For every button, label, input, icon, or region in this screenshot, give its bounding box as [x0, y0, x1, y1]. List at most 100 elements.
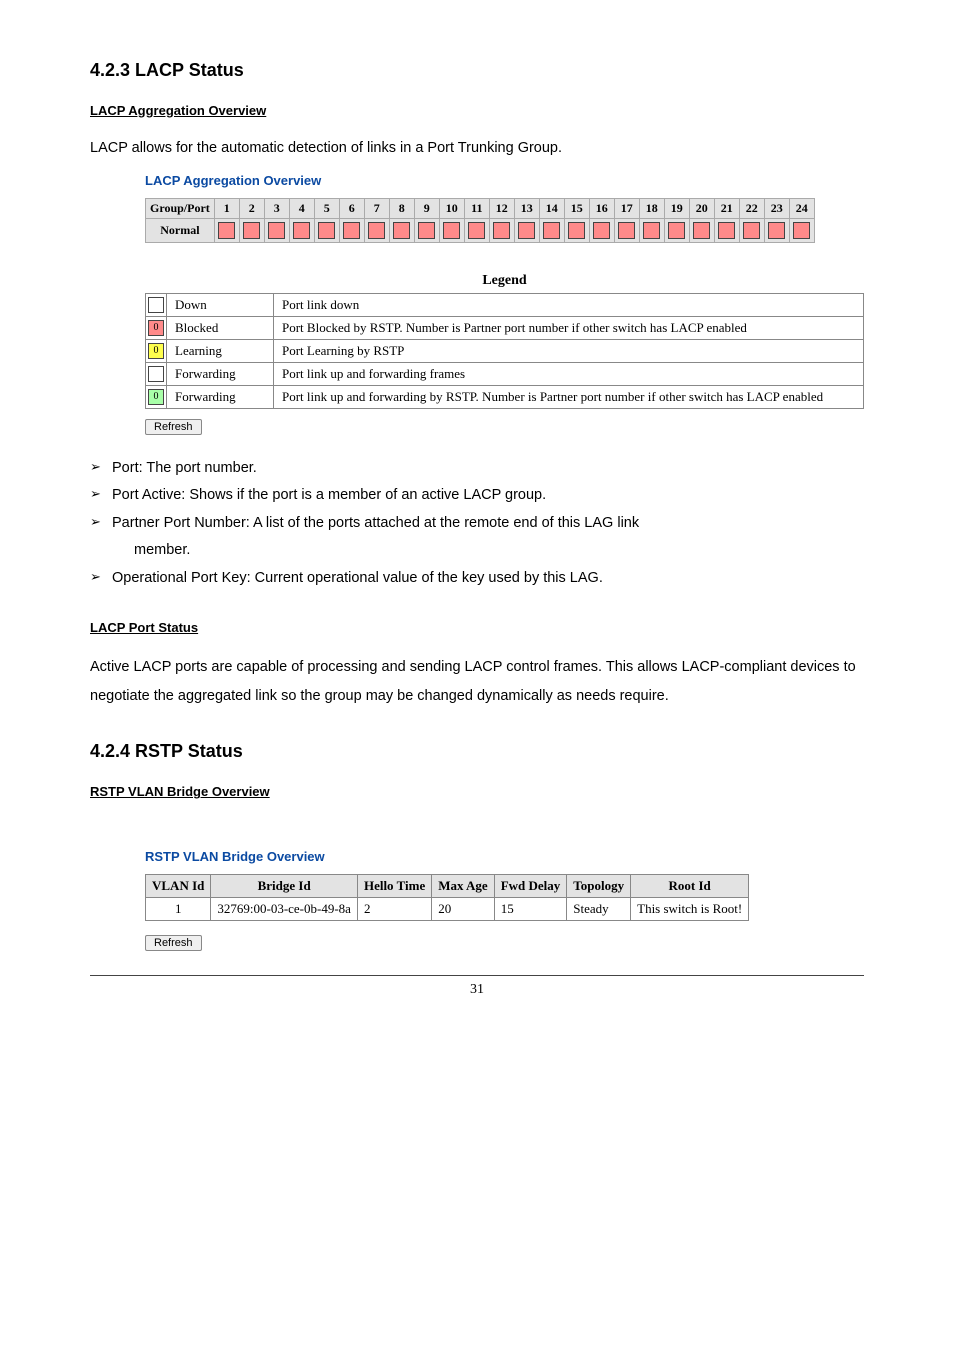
agg-port-cell	[414, 218, 439, 242]
legend-desc: Port link up and forwarding frames	[274, 362, 864, 385]
agg-port-cell	[764, 218, 789, 242]
port-status-icon	[493, 222, 510, 239]
port-status-icon	[468, 222, 485, 239]
port-status-icon	[668, 222, 685, 239]
agg-port-hdr: 22	[739, 198, 764, 218]
port-status-icon	[418, 222, 435, 239]
agg-port-hdr: 6	[339, 198, 364, 218]
agg-port-cell	[639, 218, 664, 242]
legend-desc: Port Blocked by RSTP. Number is Partner …	[274, 316, 864, 339]
bullet-partner-port: Partner Port Number: A list of the ports…	[90, 510, 864, 565]
bullet-partner-port-l1: Partner Port Number: A list of the ports…	[112, 515, 639, 531]
rstp-col-hdr: Root Id	[631, 875, 749, 898]
port-status-icon	[293, 222, 310, 239]
agg-hdr-label: Group/Port	[146, 198, 215, 218]
agg-port-cell	[489, 218, 514, 242]
agg-port-cell	[664, 218, 689, 242]
port-status-icon	[368, 222, 385, 239]
heading-rstp-vlan: RSTP VLAN Bridge Overview	[90, 784, 864, 799]
heading-lacp-agg-overview: LACP Aggregation Overview	[90, 103, 864, 118]
refresh-button-rstp[interactable]: Refresh	[145, 935, 202, 951]
rstp-cell: 15	[494, 898, 567, 921]
legend-desc: Port link up and forwarding by RSTP. Num…	[274, 385, 864, 408]
footer-rule	[90, 975, 864, 976]
agg-port-hdr: 21	[714, 198, 739, 218]
legend-state: Learning	[167, 339, 274, 362]
port-status-icon	[743, 222, 760, 239]
agg-port-cell	[714, 218, 739, 242]
para-lacp-intro: LACP allows for the automatic detection …	[90, 136, 864, 161]
page-number: 31	[90, 982, 864, 998]
rstp-col-hdr: Fwd Delay	[494, 875, 567, 898]
agg-port-cell	[239, 218, 264, 242]
agg-port-cell	[439, 218, 464, 242]
agg-port-hdr: 1	[214, 198, 239, 218]
legend-swatch-icon	[148, 297, 164, 313]
rstp-cell: 20	[432, 898, 494, 921]
port-status-icon	[593, 222, 610, 239]
legend-state: Forwarding	[167, 385, 274, 408]
legend-desc: Port Learning by RSTP	[274, 339, 864, 362]
port-status-icon	[243, 222, 260, 239]
heading-4-2-3: 4.2.3 LACP Status	[90, 60, 864, 81]
legend-swatch-icon	[148, 366, 164, 382]
agg-port-hdr: 8	[389, 198, 414, 218]
port-status-icon	[518, 222, 535, 239]
port-status-icon	[618, 222, 635, 239]
port-status-icon	[393, 222, 410, 239]
agg-port-hdr: 9	[414, 198, 439, 218]
port-status-icon	[568, 222, 585, 239]
agg-port-hdr: 13	[514, 198, 539, 218]
port-status-icon	[718, 222, 735, 239]
agg-port-cell	[314, 218, 339, 242]
port-status-icon	[793, 222, 810, 239]
port-status-icon	[768, 222, 785, 239]
bullet-op-port-key: Operational Port Key: Current operationa…	[90, 565, 864, 593]
agg-port-hdr: 19	[664, 198, 689, 218]
rstp-cell: This switch is Root!	[631, 898, 749, 921]
legend-swatch-icon: 0	[148, 320, 164, 336]
heading-lacp-port-status: LACP Port Status	[90, 620, 864, 635]
agg-port-hdr: 17	[614, 198, 639, 218]
agg-port-hdr: 2	[239, 198, 264, 218]
legend-color-cell	[146, 293, 167, 316]
bullet-partner-port-l2: member.	[134, 537, 864, 565]
refresh-button[interactable]: Refresh	[145, 419, 202, 435]
legend-row: 0BlockedPort Blocked by RSTP. Number is …	[146, 316, 864, 339]
rstp-cell: Steady	[567, 898, 631, 921]
figure-title-agg: LACP Aggregation Overview	[145, 173, 864, 188]
agg-port-cell	[614, 218, 639, 242]
bullet-port-active: Port Active: Shows if the port is a memb…	[90, 482, 864, 510]
agg-port-cell	[514, 218, 539, 242]
agg-port-cell	[689, 218, 714, 242]
legend-title: Legend	[145, 273, 864, 289]
heading-4-2-4: 4.2.4 RSTP Status	[90, 741, 864, 762]
agg-port-hdr: 12	[489, 198, 514, 218]
legend-color-cell: 0	[146, 385, 167, 408]
agg-port-hdr: 23	[764, 198, 789, 218]
rstp-cell: 1	[146, 898, 211, 921]
agg-port-cell	[739, 218, 764, 242]
legend-row: DownPort link down	[146, 293, 864, 316]
agg-port-hdr: 24	[789, 198, 814, 218]
port-status-icon	[693, 222, 710, 239]
bullet-list: Port: The port number. Port Active: Show…	[90, 455, 864, 593]
legend-swatch-icon: 0	[148, 389, 164, 405]
agg-port-hdr: 20	[689, 198, 714, 218]
agg-port-cell	[789, 218, 814, 242]
agg-port-hdr: 18	[639, 198, 664, 218]
agg-port-cell	[214, 218, 239, 242]
legend-state: Down	[167, 293, 274, 316]
agg-port-cell	[589, 218, 614, 242]
legend-row: ForwardingPort link up and forwarding fr…	[146, 362, 864, 385]
legend-color-cell	[146, 362, 167, 385]
agg-port-hdr: 15	[564, 198, 589, 218]
rstp-col-hdr: Bridge Id	[211, 875, 358, 898]
legend-color-cell: 0	[146, 339, 167, 362]
agg-port-cell	[564, 218, 589, 242]
port-status-icon	[443, 222, 460, 239]
bullet-port: Port: The port number.	[90, 455, 864, 483]
agg-port-cell	[264, 218, 289, 242]
rstp-cell: 2	[357, 898, 431, 921]
port-status-icon	[218, 222, 235, 239]
